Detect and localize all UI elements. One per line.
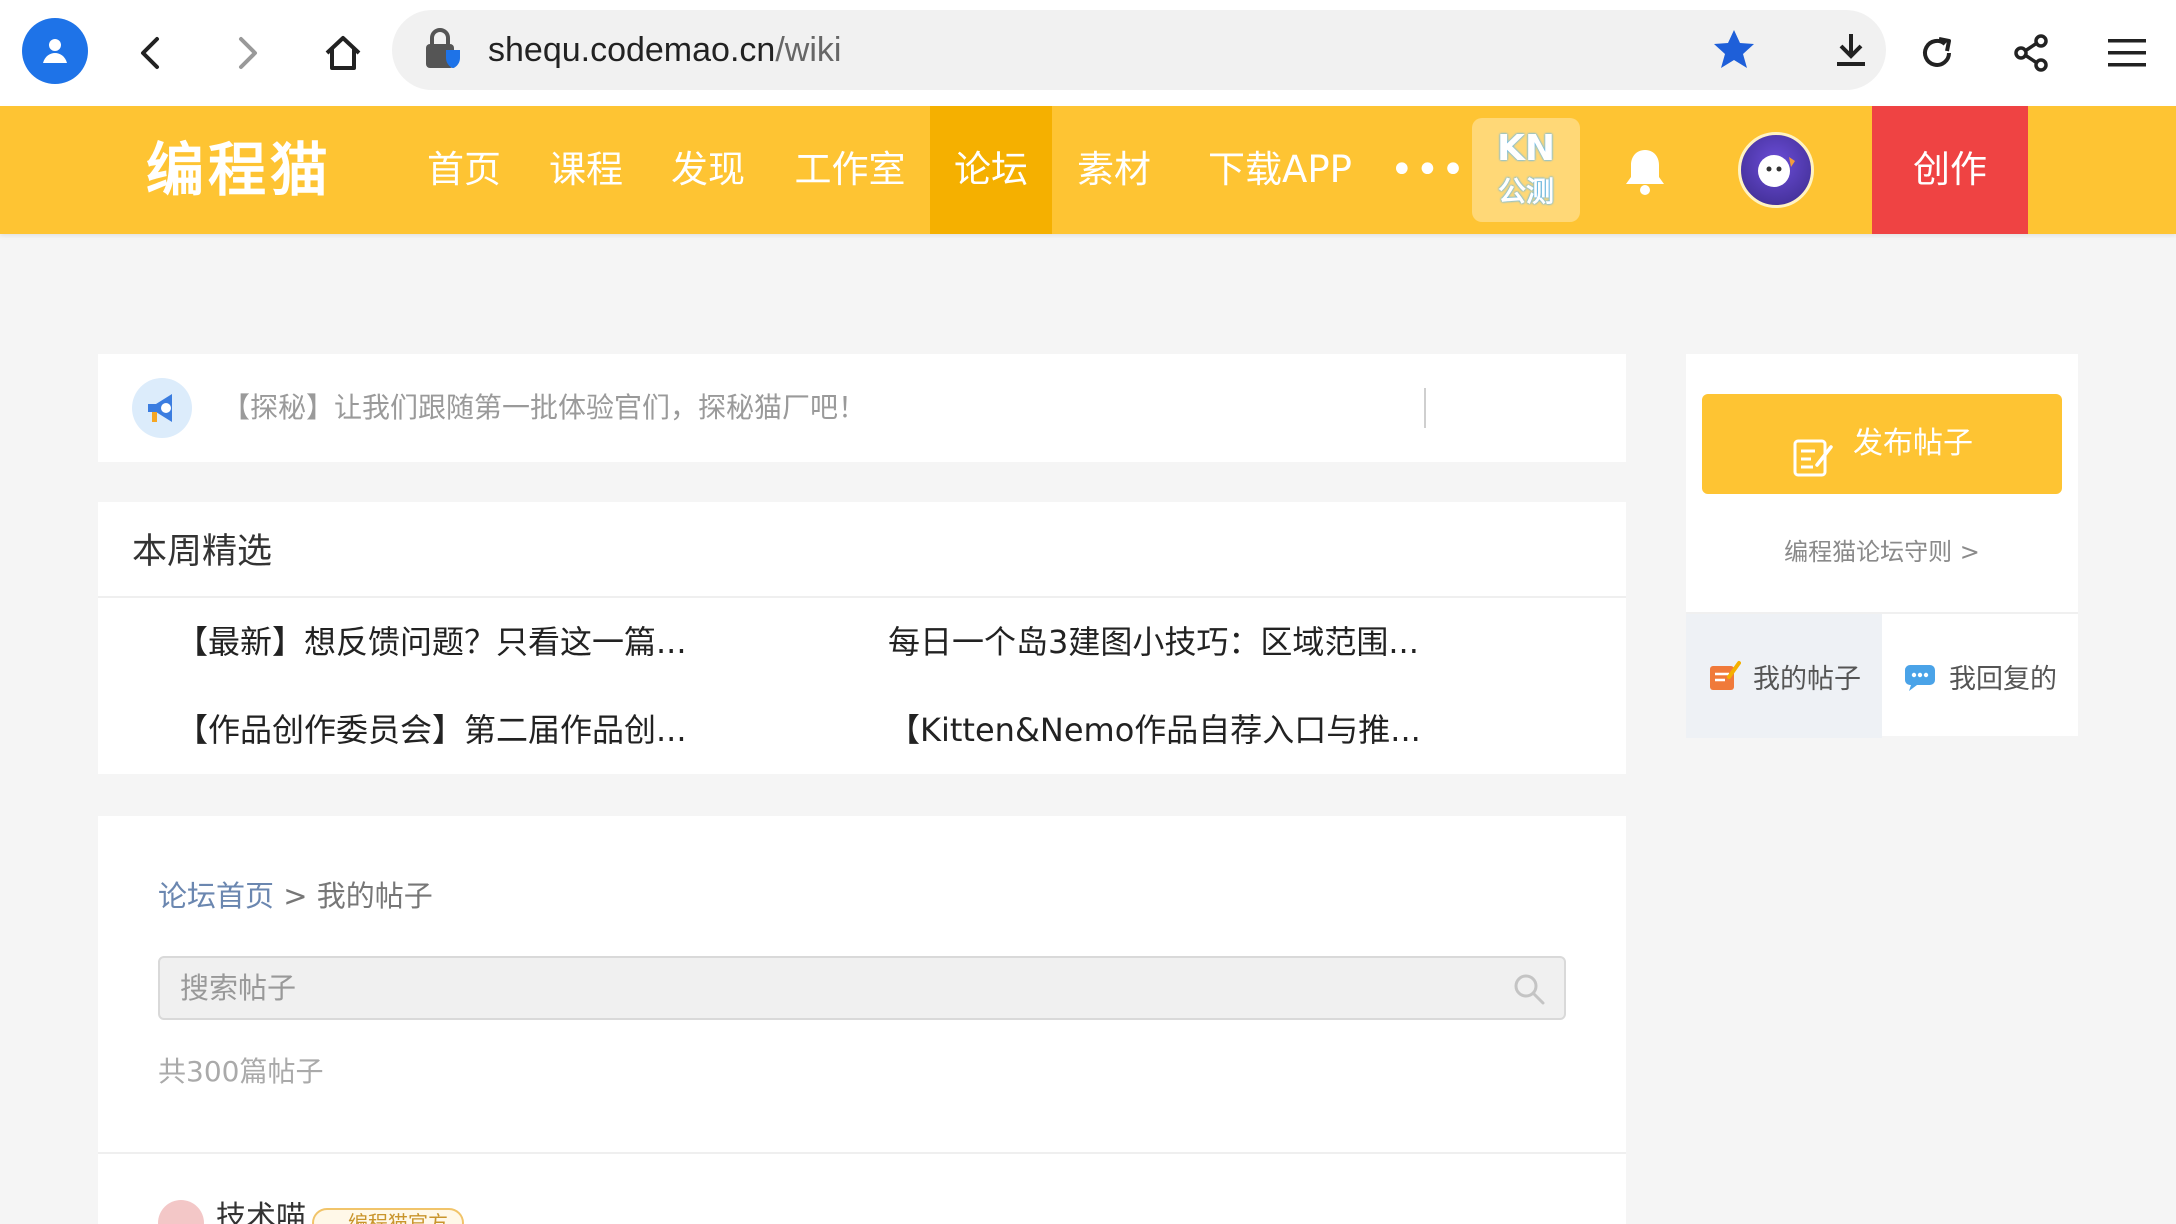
kn-badge-sub: 公测 [1497,175,1554,208]
forum-sidebar: 发布帖子 编程猫论坛守则 > 我的帖子 我回复的 [1686,354,2078,738]
megaphone-icon [132,378,192,438]
profile-icon[interactable] [22,18,88,84]
my-posts-panel: 论坛首页 > 我的帖子 共300篇帖子 技术喵 编程猫官方 [98,816,1626,1224]
star-icon[interactable] [1710,26,1758,74]
post-author-name[interactable]: 技术喵 [216,1196,306,1224]
nav-item-studio[interactable]: 工作室 [778,106,922,234]
post-search-box[interactable] [158,956,1566,1020]
weekly-link[interactable]: 【作品创作委员会】第二届作品创... [176,706,687,754]
tab-my-posts-label: 我的帖子 [1753,663,1861,695]
back-icon[interactable] [116,18,186,88]
publish-post-label: 发布帖子 [1853,426,1973,461]
tab-my-replies[interactable]: 我回复的 [1882,614,2078,738]
edit-icon [1791,420,1835,476]
avatar[interactable] [158,1200,204,1224]
user-avatar[interactable] [1738,132,1814,208]
divider [98,596,1626,598]
nav-item-home[interactable]: 首页 [412,106,516,234]
announcement-text[interactable]: 【探秘】让我们跟随第一批体验官们，探秘猫厂吧！ [222,384,866,432]
address-bar[interactable]: shequ.codemao.cn/wiki [392,10,1886,90]
official-badge: 编程猫官方 [312,1208,464,1224]
weekly-link[interactable]: 【最新】想反馈问题？只看这一篇... [176,618,687,666]
site-nav: 编程猫 首页 课程 发现 工作室 论坛 素材 下载APP ••• KN 公测 创… [0,106,2176,234]
menu-icon[interactable] [2092,18,2162,88]
chat-bubble-icon [1903,659,1937,693]
breadcrumb-separator: > [274,879,317,913]
search-icon[interactable] [1512,972,1546,1006]
nav-item-forum[interactable]: 论坛 [930,106,1052,234]
tab-my-replies-label: 我回复的 [1949,663,2057,695]
announcement-divider [1424,388,1426,428]
breadcrumb: 论坛首页 > 我的帖子 [158,874,433,918]
weekly-link[interactable]: 每日一个岛3建图小技巧：区域范围... [888,618,1419,666]
search-input[interactable] [180,966,1480,1010]
create-button[interactable]: 创作 [1872,106,2028,234]
lock-icon[interactable] [420,28,464,72]
breadcrumb-current: 我的帖子 [316,879,433,913]
nav-item-materials[interactable]: 素材 [1062,106,1166,234]
notepad-icon [1707,659,1741,693]
kn-badge-text: KN [1496,128,1556,169]
url-text[interactable]: shequ.codemao.cn/wiki [488,28,841,72]
download-icon[interactable] [1816,15,1886,85]
nav-item-download-app[interactable]: 下载APP [1190,106,1370,234]
publish-post-button[interactable]: 发布帖子 [1702,394,2062,494]
home-icon[interactable] [308,18,378,88]
divider [98,1152,1626,1154]
reload-icon[interactable] [1902,18,1972,88]
share-icon[interactable] [1996,18,2066,88]
breadcrumb-forum-home[interactable]: 论坛首页 [158,879,274,913]
announcement-bar: 【探秘】让我们跟随第一批体验官们，探秘猫厂吧！ [98,354,1626,462]
sidebar-tabs: 我的帖子 我回复的 [1686,612,2078,738]
kn-beta-badge[interactable]: KN 公测 [1472,118,1580,222]
browser-toolbar: shequ.codemao.cn/wiki [0,0,2176,106]
site-logo[interactable]: 编程猫 [146,128,332,212]
weekly-link[interactable]: 【Kitten&Nemo作品自荐入口与推... [888,706,1421,754]
forum-rules-link[interactable]: 编程猫论坛守则 > [1686,532,2078,572]
bell-icon[interactable] [1618,144,1672,198]
post-count: 共300篇帖子 [158,1055,324,1088]
forward-icon[interactable] [212,18,282,88]
weekly-picks-panel: 本周精选 【最新】想反馈问题？只看这一篇... 每日一个岛3建图小技巧：区域范围… [98,502,1626,774]
tab-my-posts[interactable]: 我的帖子 [1686,614,1882,738]
nav-item-courses[interactable]: 课程 [534,106,638,234]
weekly-picks-title: 本周精选 [132,532,273,572]
nav-more-icon[interactable]: ••• [1390,106,1467,234]
nav-item-discover[interactable]: 发现 [656,106,760,234]
